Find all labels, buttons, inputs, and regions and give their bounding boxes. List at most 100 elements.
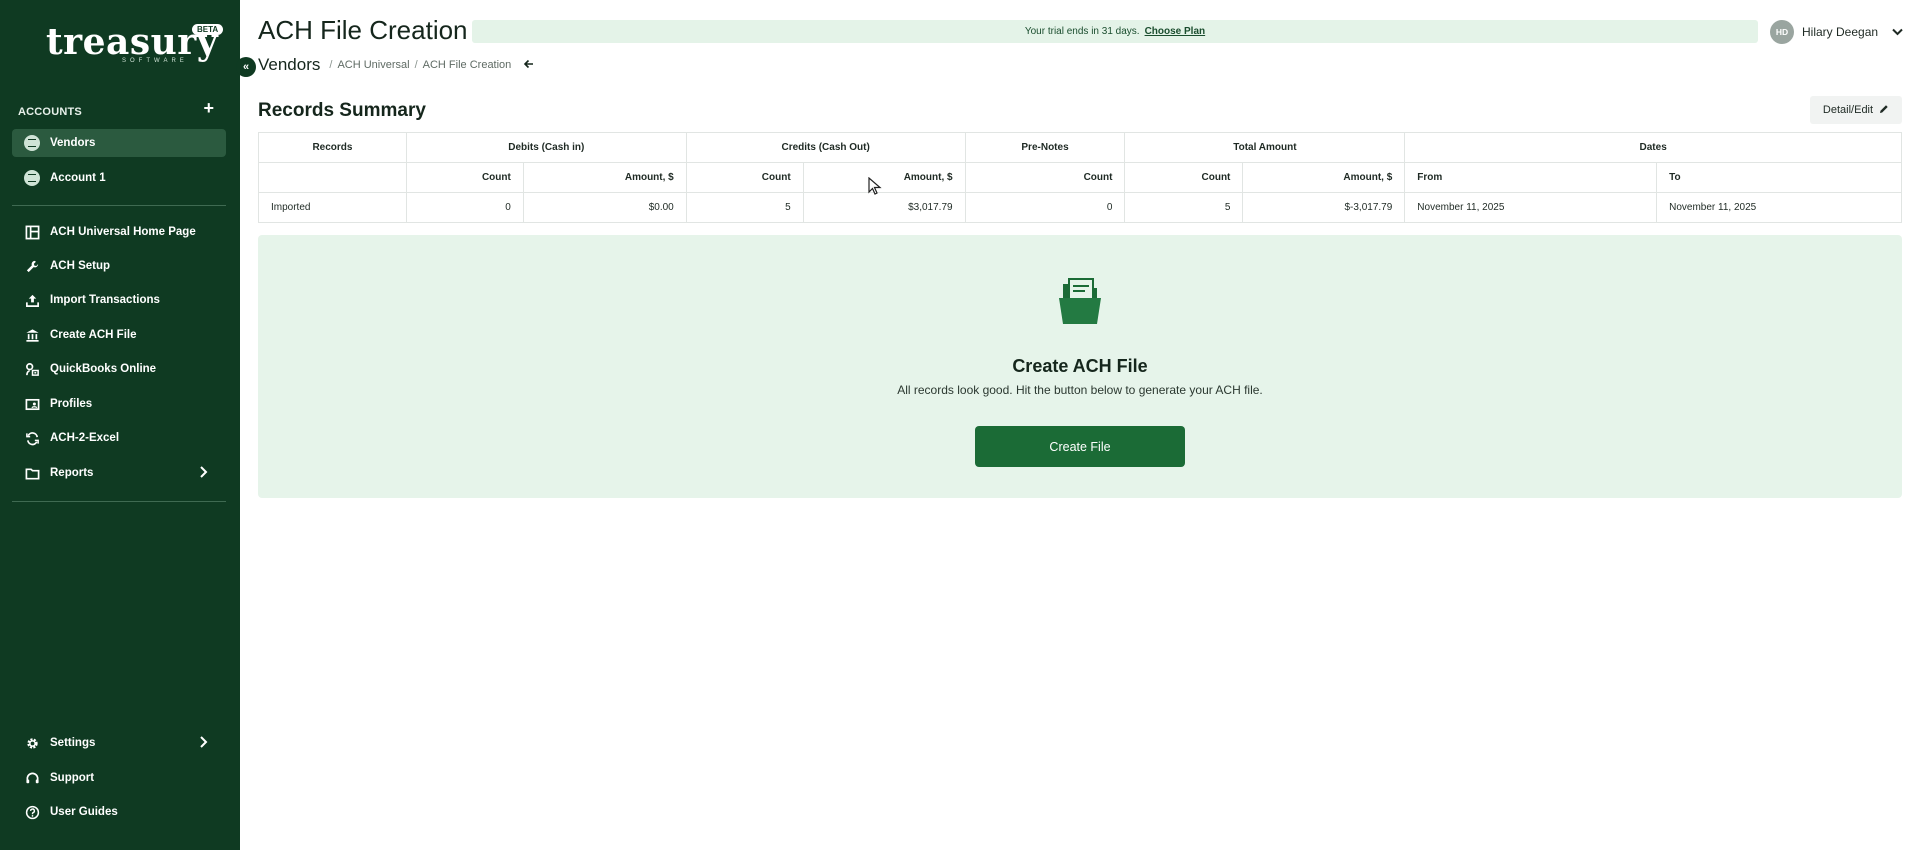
- nav-item-reports[interactable]: Reports: [12, 459, 226, 487]
- column-header: Amount, $: [1242, 162, 1406, 193]
- account-label: Account 1: [50, 172, 106, 184]
- user-name: Hilary Deegan: [1802, 25, 1879, 39]
- sidebar-divider: [12, 501, 226, 502]
- detail-edit-button[interactable]: Detail/Edit: [1810, 96, 1902, 124]
- headset-icon: [24, 770, 40, 786]
- chevron-down-icon: [1892, 25, 1903, 39]
- table-row: Imported 0 $0.00 5 $3,017.79 0 5 $-3,017…: [258, 192, 1902, 223]
- nav-item-profiles[interactable]: Profiles: [12, 390, 226, 418]
- chevron-right-icon: [198, 736, 208, 751]
- treasury-logo[interactable]: treasury SOFTWARE BETA: [46, 22, 226, 66]
- app-root: treasury SOFTWARE BETA ACCOUNTS + Vendor…: [0, 0, 1920, 850]
- folder-icon: [24, 465, 40, 481]
- total-count-cell: 5: [1124, 192, 1244, 223]
- nav-label: Settings: [50, 737, 96, 749]
- records-summary-title: Records Summary: [258, 100, 426, 121]
- avatar: HD: [1770, 20, 1794, 44]
- column-header: From: [1404, 162, 1658, 193]
- column-group-header: Records: [258, 132, 407, 163]
- column-group-header: Total Amount: [1124, 132, 1406, 163]
- nav-item-import-transactions[interactable]: Import Transactions: [12, 286, 226, 314]
- beta-badge: BETA: [192, 24, 224, 35]
- column-header: Count: [405, 162, 524, 193]
- account-label: Vendors: [50, 137, 96, 149]
- column-group-header: Debits (Cash in): [405, 132, 687, 163]
- nav-label: QuickBooks Online: [50, 363, 157, 375]
- nav-item-create-ach-file[interactable]: Create ACH File: [12, 321, 226, 349]
- nav-item-ach-2-excel[interactable]: ACH-2-Excel: [12, 424, 226, 452]
- column-header: Amount, $: [802, 162, 966, 193]
- breadcrumb-separator: /: [414, 59, 418, 71]
- user-menu[interactable]: HD Hilary Deegan: [1770, 19, 1903, 45]
- column-group-header: Dates: [1404, 132, 1902, 163]
- breadcrumb-item: ACH File Creation: [422, 59, 512, 71]
- trial-text: Your trial ends in 31 days.: [1024, 26, 1140, 37]
- add-account-icon[interactable]: +: [203, 98, 214, 119]
- upload-icon: [24, 292, 40, 308]
- nav-label: ACH Setup: [50, 260, 111, 272]
- detail-edit-label: Detail/Edit: [1822, 104, 1874, 116]
- total-amount-cell: $-3,017.79: [1242, 192, 1406, 223]
- breadcrumb: Vendors / ACH Universal / ACH File Creat…: [258, 55, 534, 75]
- create-ach-description: All records look good. Hit the button be…: [897, 383, 1263, 397]
- quickbooks-icon: [24, 361, 40, 377]
- double-chevron-left-icon: «: [242, 61, 250, 73]
- nav-label: User Guides: [50, 806, 118, 818]
- debit-amount-cell: $0.00: [522, 192, 687, 223]
- table-group-header-row: Records Debits (Cash in) Credits (Cash O…: [258, 132, 1902, 163]
- credit-count-cell: 5: [685, 192, 804, 223]
- pencil-icon: [1879, 104, 1889, 117]
- nav-item-quickbooks-online[interactable]: QuickBooks Online: [12, 355, 226, 383]
- column-header: Count: [1124, 162, 1244, 193]
- nav-label: Profiles: [50, 398, 93, 410]
- sync-icon: [24, 430, 40, 446]
- nav-label: Create ACH File: [50, 329, 137, 341]
- column-header: Count: [685, 162, 804, 193]
- column-group-header: Pre-Notes: [964, 132, 1126, 163]
- back-arrow-icon[interactable]: [523, 58, 534, 72]
- account-icon: [24, 135, 40, 151]
- column-header: To: [1656, 162, 1902, 193]
- nav-item-ach-universal-home[interactable]: ACH Universal Home Page: [12, 218, 226, 246]
- folder-document-icon: [1057, 278, 1105, 328]
- nav-label: ACH-2-Excel: [50, 432, 120, 444]
- sidebar-divider: [12, 205, 226, 206]
- choose-plan-link[interactable]: Choose Plan: [1145, 26, 1206, 37]
- trial-banner: Your trial ends in 31 days. Choose Plan: [472, 20, 1758, 43]
- page-title: ACH File Creation: [258, 15, 468, 45]
- bank-icon: [24, 327, 40, 343]
- accounts-label: ACCOUNTS: [18, 106, 82, 118]
- nav-label: ACH Universal Home Page: [50, 226, 196, 238]
- column-header: Amount, $: [522, 162, 687, 193]
- debit-count-cell: 0: [405, 192, 524, 223]
- table-sub-header-row: Count Amount, $ Count Amount, $ Count Co…: [258, 162, 1902, 193]
- date-to-cell: November 11, 2025: [1656, 192, 1902, 223]
- nav-item-ach-setup[interactable]: ACH Setup: [12, 252, 226, 280]
- records-summary-table: Records Debits (Cash in) Credits (Cash O…: [258, 132, 1902, 223]
- create-ach-panel: Create ACH File All records look good. H…: [258, 235, 1902, 498]
- date-from-cell: November 11, 2025: [1404, 192, 1658, 223]
- column-header: [258, 162, 407, 193]
- breadcrumb-root[interactable]: Vendors: [258, 55, 320, 75]
- accounts-header: ACCOUNTS +: [18, 98, 218, 118]
- profile-card-icon: [24, 396, 40, 412]
- create-ach-title: Create ACH File: [1012, 356, 1148, 376]
- layout-icon: [24, 224, 40, 240]
- column-header: Count: [964, 162, 1126, 193]
- nav-item-support[interactable]: Support: [12, 764, 226, 792]
- create-file-button[interactable]: Create File: [975, 426, 1185, 467]
- help-circle-icon: [24, 804, 40, 820]
- row-label: Imported: [258, 192, 407, 223]
- account-item-account-1[interactable]: Account 1: [12, 164, 226, 192]
- account-item-vendors[interactable]: Vendors: [12, 129, 226, 157]
- nav-label: Support: [50, 772, 95, 784]
- gear-icon: [24, 735, 40, 751]
- account-icon: [24, 170, 40, 186]
- nav-item-user-guides[interactable]: User Guides: [12, 798, 226, 826]
- sidebar: treasury SOFTWARE BETA ACCOUNTS + Vendor…: [0, 0, 240, 850]
- mouse-cursor-icon: [868, 176, 882, 195]
- nav-item-settings[interactable]: Settings: [12, 729, 226, 757]
- logo-subtext: SOFTWARE: [122, 58, 188, 64]
- breadcrumb-item[interactable]: ACH Universal: [337, 59, 409, 71]
- collapse-sidebar-button[interactable]: «: [236, 57, 256, 77]
